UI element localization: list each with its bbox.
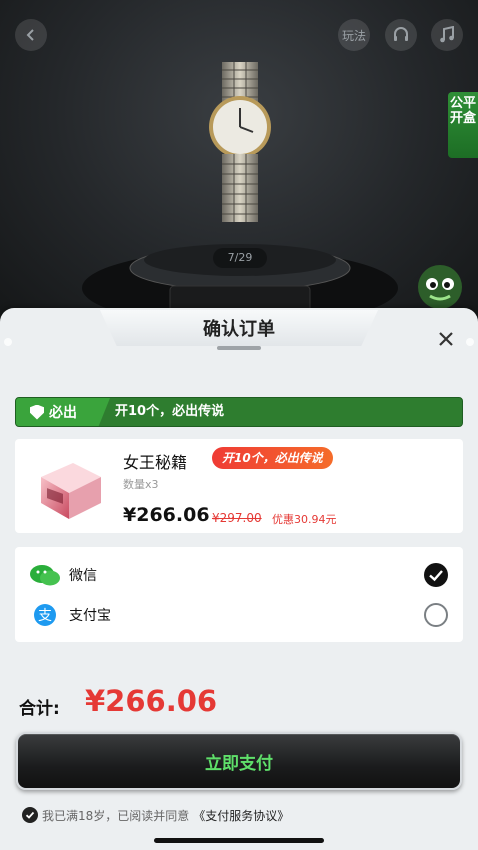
box-counter: 7/29: [213, 248, 267, 268]
total-amount: ¥266.06: [85, 684, 218, 718]
product-price: ¥266.06: [123, 504, 210, 526]
product-name: 女王秘籍: [123, 453, 188, 472]
fair-open-tag[interactable]: 公平开盒: [448, 92, 478, 158]
pay-now-button[interactable]: 立即支付: [16, 732, 462, 790]
wechat-icon: [30, 565, 60, 586]
music-button[interactable]: [431, 19, 463, 51]
wechat-radio[interactable]: [424, 563, 448, 587]
drag-handle[interactable]: [217, 346, 261, 350]
payment-agreement-link[interactable]: 《支付服务协议》: [193, 807, 289, 824]
guarantee-badge-label: 必出: [49, 405, 77, 421]
back-button[interactable]: [15, 19, 47, 51]
guarantee-text: 开10个，必出传说: [115, 404, 225, 419]
blind-box-stage: 玩法 公平开盒 7/29: [0, 0, 478, 320]
checkmark-icon: [429, 570, 443, 582]
product-box-image: [41, 463, 101, 519]
rules-button[interactable]: 玩法: [338, 19, 370, 51]
checkmark-icon: [25, 811, 35, 819]
alipay-label: 支付宝: [69, 608, 111, 624]
guarantee-banner: 必出 开10个，必出传说: [15, 397, 463, 427]
customer-service-button[interactable]: [385, 19, 417, 51]
total-label: 合计:: [19, 699, 60, 719]
chevron-left-icon: [26, 29, 34, 41]
mascot-icon[interactable]: [412, 262, 468, 312]
agreement-checkbox[interactable]: [22, 807, 38, 823]
product-card: 女王秘籍 开10个，必出传说 数量x3 ¥266.06 ¥297.00 优惠30…: [15, 439, 463, 533]
display-pedestal: [82, 244, 398, 320]
product-guarantee-tag: 开10个，必出传说: [212, 447, 333, 469]
order-confirm-sheet: 确认订单 必出 开10个，必出传说 女王秘籍 开10个，必出传说 数量x3 ¥2…: [0, 308, 478, 850]
svg-text:支: 支: [38, 608, 52, 624]
sheet-title: 确认订单: [203, 319, 275, 340]
payment-option-wechat[interactable]: 微信: [15, 555, 463, 595]
music-note-icon: [440, 26, 454, 43]
product-discount: 优惠30.94元: [272, 513, 337, 526]
payment-option-alipay[interactable]: 支 支付宝: [15, 595, 463, 635]
agreement-text: 我已满18岁，已阅读并同意: [42, 808, 190, 823]
close-button[interactable]: [436, 330, 456, 350]
close-icon: [439, 332, 453, 346]
product-original-price: ¥297.00: [212, 511, 262, 525]
wechat-label: 微信: [69, 568, 97, 584]
guarantee-badge: 必出: [16, 398, 110, 426]
home-indicator[interactable]: [154, 838, 324, 843]
shield-check-icon: [30, 404, 44, 420]
watch-prize-image: [209, 62, 271, 222]
alipay-icon: 支: [34, 604, 56, 626]
payment-method-list: 微信 支 支付宝: [15, 547, 463, 642]
headset-icon: [394, 27, 408, 41]
alipay-radio[interactable]: [424, 603, 448, 627]
product-quantity: 数量x3: [123, 478, 159, 491]
agreement-row: 我已满18岁，已阅读并同意 《支付服务协议》: [22, 806, 289, 824]
